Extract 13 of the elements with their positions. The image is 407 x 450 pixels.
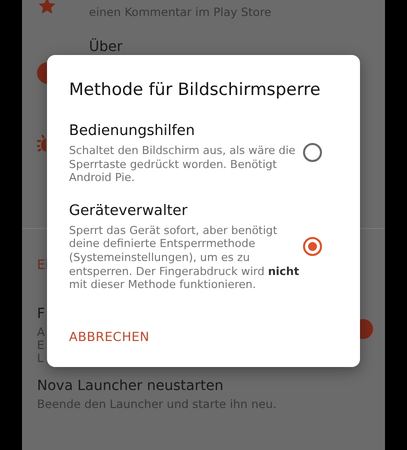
option-description: Schaltet den Bildschirm aus, als wäre die Sperrtaste gedrückt worden. Benötigt Android Pie. [69,144,296,185]
setting-title[interactable]: Nova Launcher neustarten [37,377,224,395]
option-description: Sperrt das Gerät sofort, aber benötigt deine definierte Entsperrmethode (Systemeinstellungen), um es zu entsperren. Der Fingerabdruck wird nicht mit dieser Methode funktionieren. [69,224,300,292]
option-title[interactable]: Bedienungshilfen [69,121,303,141]
radio-button[interactable] [303,143,322,162]
setting-title[interactable]: F [37,305,46,323]
star-icon [37,0,57,16]
option-title[interactable]: Geräteverwalter [69,200,303,221]
dialog-title: Methode für Bildschirmsperre [69,79,322,102]
about-title: Über [89,38,123,56]
cancel-button[interactable]: ABBRECHEN [63,325,156,348]
radio-button[interactable] [303,236,322,256]
bug-icon [37,134,46,152]
